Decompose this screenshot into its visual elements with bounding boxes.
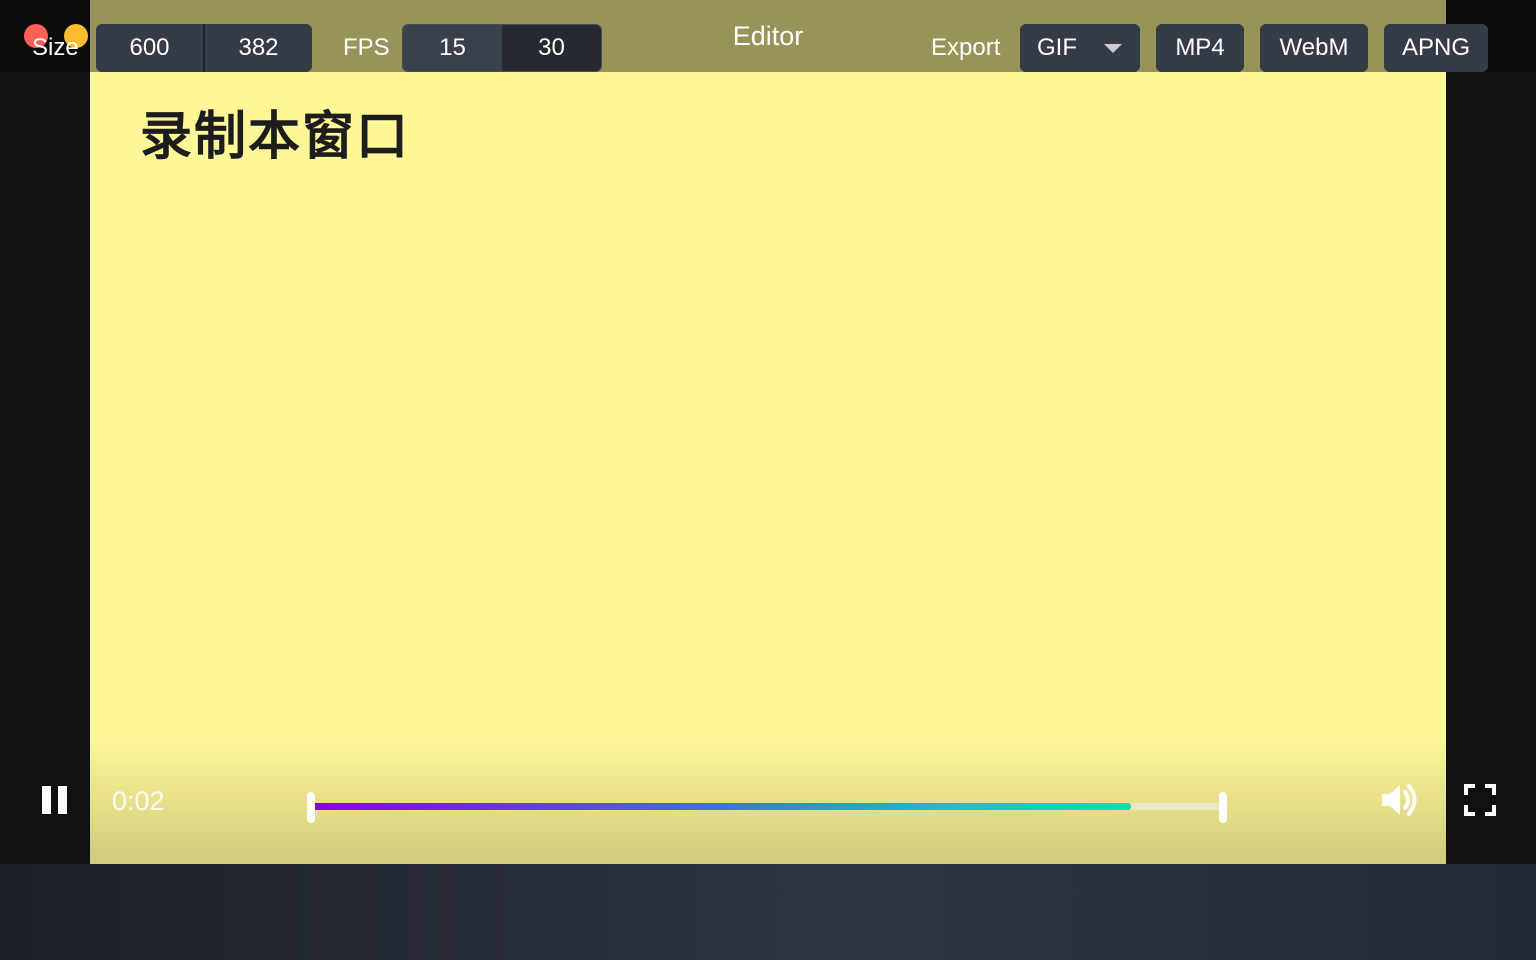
right-letterbox [1446, 0, 1536, 864]
pause-button[interactable] [42, 786, 68, 814]
gif-label: GIF [1037, 34, 1077, 61]
export-gif-button[interactable]: GIF [1020, 24, 1140, 72]
timeline-progress [312, 803, 1131, 810]
fullscreen-icon [1464, 784, 1496, 816]
height-input[interactable]: 382 [203, 24, 312, 72]
bottom-toolbar [0, 864, 1536, 960]
width-input[interactable]: 600 [96, 24, 203, 72]
volume-icon [1382, 784, 1417, 816]
fps-selector: 15 30 [402, 24, 602, 72]
size-inputs: 600 382 [96, 24, 312, 72]
trim-start-handle[interactable] [307, 792, 315, 823]
current-time: 0:02 [112, 786, 165, 816]
chevron-down-icon[interactable] [1104, 44, 1122, 53]
controls-shade [90, 734, 1446, 864]
window-title: Editor [732, 20, 804, 51]
export-webm-button[interactable]: WebM [1260, 24, 1368, 72]
export-apng-button[interactable]: APNG [1384, 24, 1488, 72]
export-label: Export [931, 34, 1001, 61]
export-mp4-button[interactable]: MP4 [1156, 24, 1244, 72]
trim-end-handle[interactable] [1219, 792, 1227, 823]
left-letterbox [0, 0, 90, 864]
fps-label: FPS [343, 34, 390, 61]
size-label: Size [32, 34, 79, 61]
preview-text: 录制本窗口 [140, 107, 411, 167]
fullscreen-button[interactable] [1462, 782, 1498, 818]
fps-option-30[interactable]: 30 [502, 25, 601, 71]
fps-option-15[interactable]: 15 [403, 25, 502, 71]
video-preview[interactable]: 录制本窗口 [90, 72, 1446, 864]
volume-button[interactable] [1380, 780, 1420, 820]
